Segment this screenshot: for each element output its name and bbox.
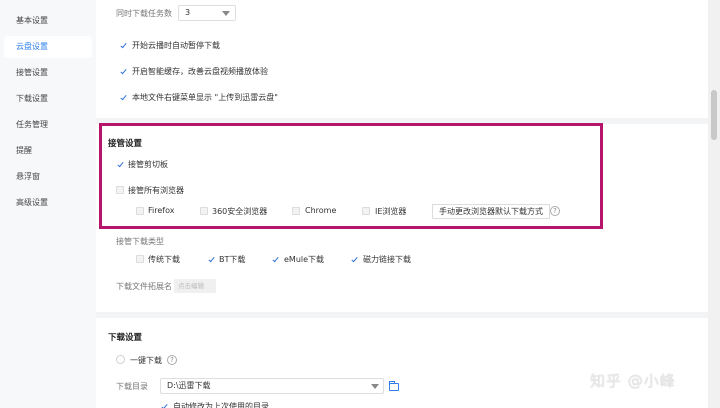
watermark-text: 知乎 @小峰 [590,372,676,390]
sidebar-item-advanced[interactable]: 高级设置 [4,192,92,214]
help-icon[interactable]: ? [167,355,177,365]
sidebar-item-cloud[interactable]: 云盘设置 [4,36,92,58]
download-dir-label: 下载目录 [116,382,148,391]
one-click-download-radio[interactable] [116,355,125,364]
remember-last-dir-checkbox[interactable] [160,402,168,408]
traditional-download-label: 传统下载 [148,255,180,264]
smart-cache-checkbox[interactable] [119,67,127,75]
highlight-annotation-box [99,123,603,229]
bt-download-checkbox[interactable] [207,255,215,263]
download-dir-value: D:\迅雷下载 [167,381,211,390]
auto-pause-checkbox[interactable] [119,41,127,49]
chevron-down-icon [222,11,230,16]
magnet-download-label: 磁力链接下载 [363,255,411,264]
sidebar-item-floating[interactable]: 悬浮窗 [4,166,92,188]
emule-download-label: eMule下载 [284,255,325,264]
remember-last-dir-label: 自动修改为上次使用的目录 [173,402,269,408]
sidebar-item-basic[interactable]: 基本设置 [4,10,92,32]
sidebar-item-takeover[interactable]: 接管设置 [4,62,92,84]
auto-pause-label: 开始云播时自动暂停下载 [132,41,220,50]
section-divider [96,312,708,318]
bt-download-label: BT下载 [219,255,246,264]
settings-sidebar: 基本设置 云盘设置 接管设置 下载设置 任务管理 提醒 悬浮窗 高级设置 [0,0,96,408]
context-menu-upload-label: 本地文件右键菜单显示 "上传到迅雷云盘" [132,93,278,102]
scrollbar-thumb[interactable] [711,90,717,140]
smart-cache-label: 开启智能缓存，改善云盘视频播放体验 [132,67,268,76]
sidebar-item-reminder[interactable]: 提醒 [4,140,92,162]
sidebar-item-download[interactable]: 下载设置 [4,88,92,110]
emule-download-checkbox[interactable] [271,255,279,263]
concurrent-tasks-value: 3 [185,8,191,17]
file-extension-label: 下载文件拓展名 [116,282,172,291]
magnet-download-checkbox[interactable] [350,255,358,263]
context-menu-upload-checkbox[interactable] [119,93,127,101]
chevron-down-icon [371,384,379,389]
folder-icon[interactable] [389,381,399,391]
one-click-download-label: 一键下载 [130,356,162,365]
vertical-scrollbar[interactable] [708,0,720,408]
traditional-download-checkbox[interactable] [136,255,144,263]
download-types-label: 接管下载类型 [116,237,164,246]
sidebar-item-tasks[interactable]: 任务管理 [4,114,92,136]
concurrent-tasks-label: 同时下载任务数 [116,9,172,18]
download-dir-select[interactable]: D:\迅雷下载 [160,378,384,394]
download-heading: 下载设置 [108,333,143,343]
file-extension-edit-field[interactable]: 点击编辑 [174,279,216,293]
